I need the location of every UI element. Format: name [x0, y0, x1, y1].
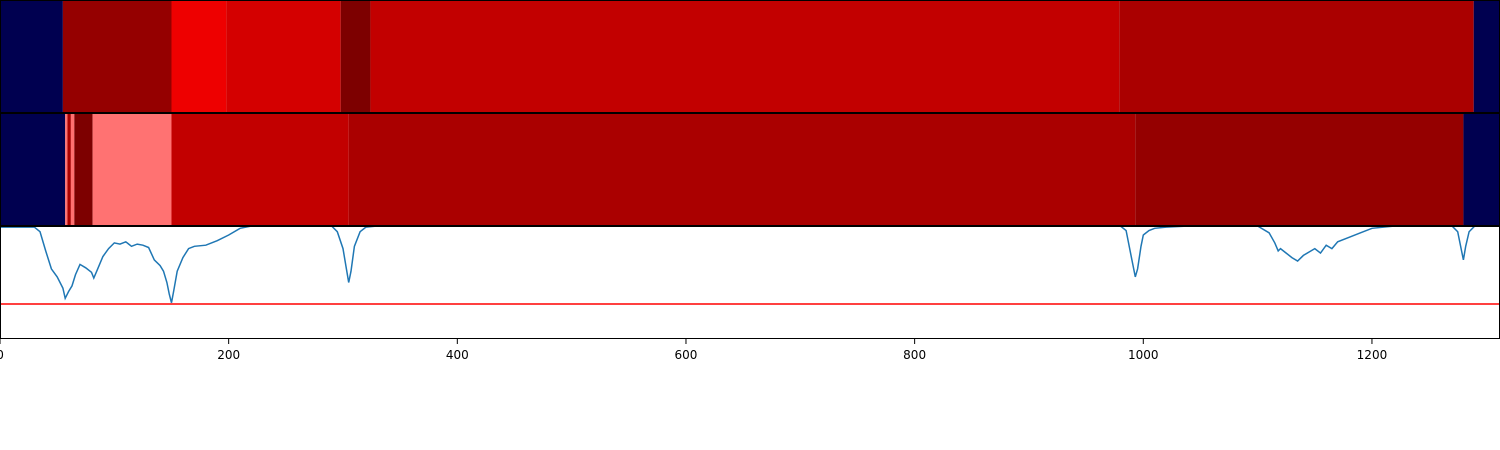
x-tick-label-200: 200	[217, 348, 240, 362]
heatmap-top-segment-1	[62, 0, 172, 113]
heatmap-top-segment-2	[171, 0, 227, 113]
heatmap-middle-segment-3	[70, 113, 75, 226]
heatmap-top-segment-6	[1119, 0, 1474, 113]
x-tick-label-1200: 1200	[1357, 348, 1388, 362]
heatmap-top-segment-0	[0, 0, 63, 113]
heatmap-middle-segment-0	[0, 113, 66, 226]
heatmap-top-segment-7	[1473, 0, 1500, 113]
heatmap-middle-segment-7	[348, 113, 1136, 226]
heatmap-track-middle	[0, 113, 1500, 226]
heatmap-middle-segment-9	[1463, 113, 1500, 226]
heatmap-top-segment-3	[226, 0, 341, 113]
x-tick-label-600: 600	[675, 348, 698, 362]
heatmap-top-segment-5	[370, 0, 1120, 113]
heatmap-middle-segment-1	[65, 113, 68, 226]
heatmap-middle-segment-8	[1135, 113, 1464, 226]
heatmap-middle-segment-4	[74, 113, 93, 226]
x-tick-label-0: 0	[0, 348, 4, 362]
heatmap-top-segment-4	[340, 0, 371, 113]
figure: 0 200 400 600 800 1000 1200	[0, 0, 1500, 362]
x-tick-label-400: 400	[446, 348, 469, 362]
x-axis: 0 200 400 600 800 1000 1200	[0, 339, 1387, 362]
heatmap-middle-segment-6	[171, 113, 349, 226]
heatmap-middle-segment-2	[67, 113, 71, 226]
x-tick-label-800: 800	[903, 348, 926, 362]
heatmap-middle-segment-5	[92, 113, 172, 226]
heatmap-track-top	[0, 0, 1500, 113]
x-tick-label-1000: 1000	[1128, 348, 1159, 362]
